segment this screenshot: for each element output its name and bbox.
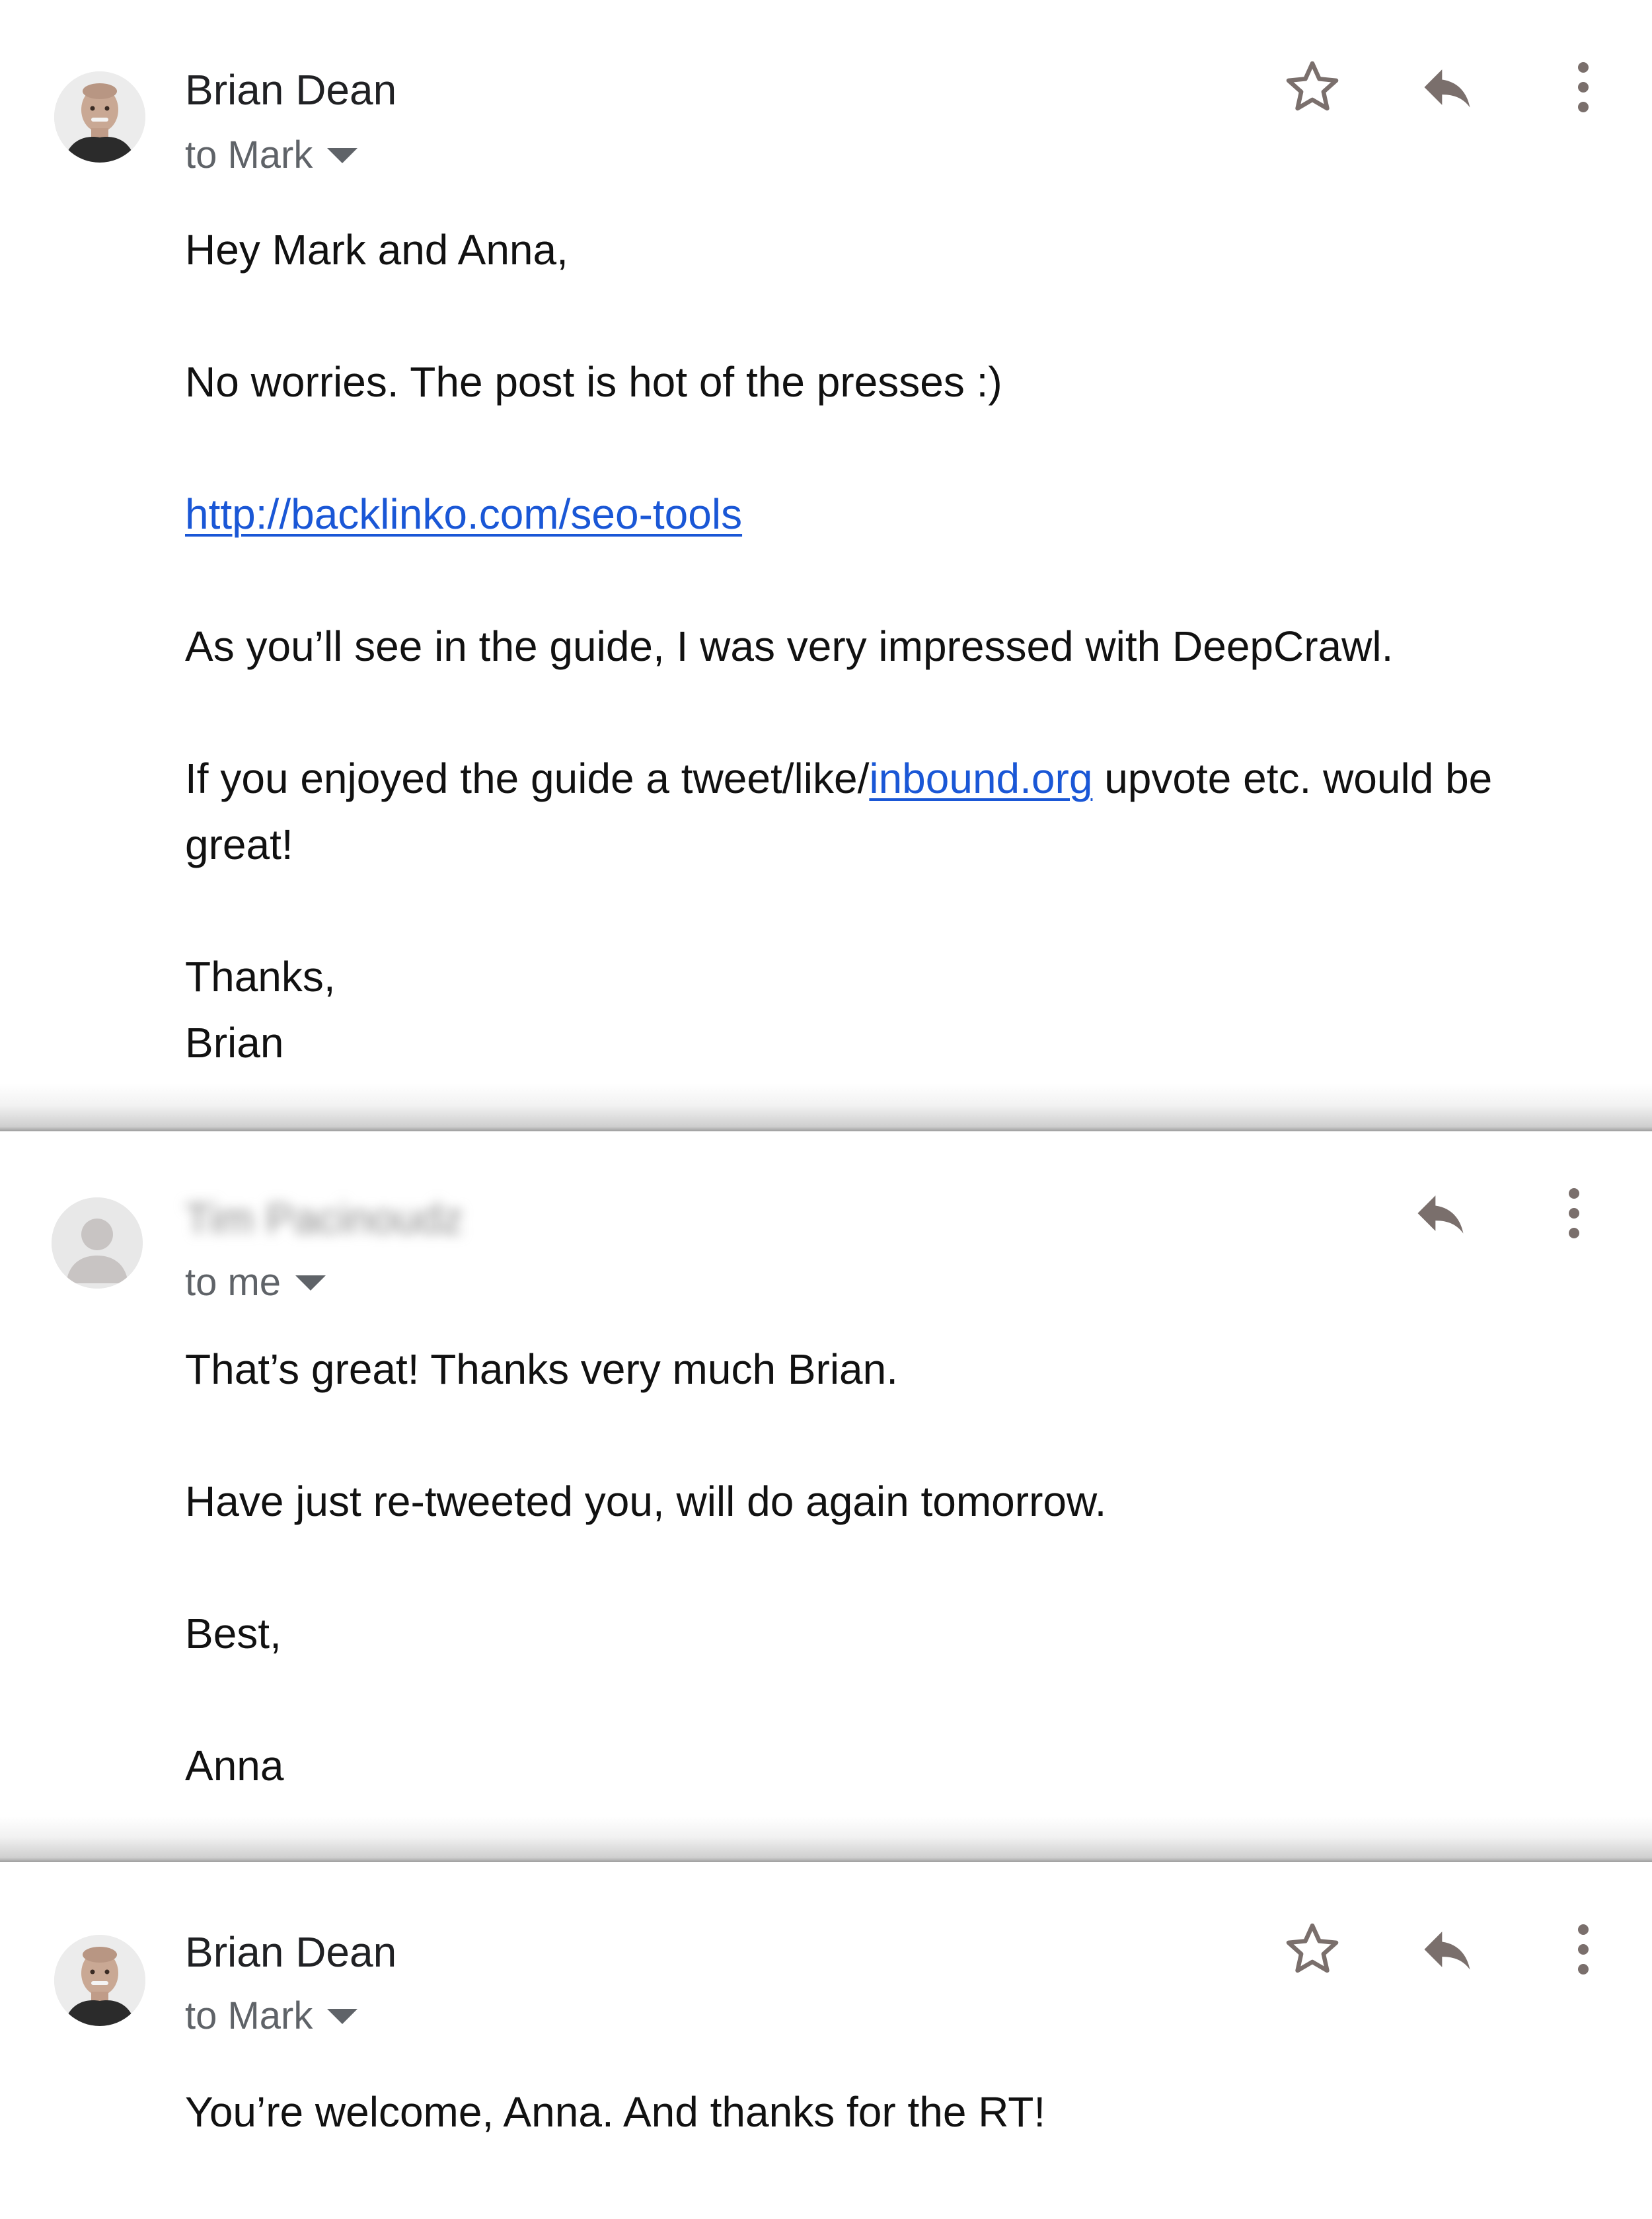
sender-name[interactable]: Brian Dean <box>185 69 396 111</box>
sender-name[interactable]: Brian Dean <box>185 1931 396 1973</box>
message-line-with-link: If you enjoyed the guide a tweet/like/in… <box>185 757 1492 800</box>
chevron-down-icon <box>327 147 358 163</box>
more-vert-icon <box>1578 62 1589 112</box>
chevron-down-icon <box>327 2008 358 2024</box>
message-text: If you enjoyed the guide a tweet/like/ <box>185 755 870 802</box>
reply-icon <box>1424 69 1470 108</box>
reply-icon <box>1424 1932 1470 1970</box>
sender-avatar[interactable] <box>54 1935 145 2026</box>
email-message-2: Tim Pacinoudz to me That’s great! Thanks… <box>0 1131 1652 1853</box>
message-line: great! <box>185 821 293 868</box>
message-signature: Brian <box>185 1019 284 1067</box>
recipient-label: to Mark <box>185 1994 313 2037</box>
reply-button[interactable] <box>1415 1918 1479 1981</box>
sender-name[interactable]: Tim Pacinoudz <box>185 1197 463 1240</box>
more-options-button[interactable] <box>1542 1182 1606 1245</box>
more-vert-icon <box>1569 1188 1579 1238</box>
message-divider <box>0 1816 1652 1862</box>
recipient-label: to me <box>185 1261 282 1304</box>
star-button[interactable] <box>1281 56 1344 119</box>
star-icon <box>1286 1923 1339 1973</box>
email-message-1: Brian Dean to Mark Hey Mark and Anna, No… <box>0 0 1652 1084</box>
inline-link[interactable]: inbound.org <box>869 755 1092 802</box>
more-options-button[interactable] <box>1552 1918 1615 1981</box>
message-signature: Anna <box>185 1742 284 1789</box>
message-link[interactable]: http://backlinko.com/seo-tools <box>185 490 742 538</box>
message-signoff: Best, <box>185 1610 282 1657</box>
recipient-label: to Mark <box>185 133 313 176</box>
default-avatar-icon <box>52 1197 143 1289</box>
message-signoff: Thanks, <box>185 953 336 1000</box>
more-options-button[interactable] <box>1552 56 1615 119</box>
message-line: That’s great! Thanks very much Brian. <box>185 1345 898 1393</box>
email-message-3: Brian Dean to Mark You’re welcome, Anna.… <box>0 1862 1652 2219</box>
star-icon <box>1286 61 1339 111</box>
message-greeting: Hey Mark and Anna, <box>185 226 568 274</box>
reply-button[interactable] <box>1415 56 1479 119</box>
chevron-down-icon <box>295 1275 326 1291</box>
message-line: As you’ll see in the guide, I was very i… <box>185 622 1394 670</box>
message-line: You’re welcome, Anna. And thanks for the… <box>185 2088 1046 2136</box>
star-button[interactable] <box>1281 1918 1344 1981</box>
more-vert-icon <box>1578 1924 1589 1975</box>
message-line: Have just re-tweeted you, will do again … <box>185 1478 1107 1525</box>
reply-icon <box>1417 1195 1464 1234</box>
message-line: No worries. The post is hot of the press… <box>185 358 1002 406</box>
sender-avatar[interactable] <box>54 71 145 163</box>
message-text: upvote etc. would be <box>1092 755 1493 802</box>
sender-avatar[interactable] <box>52 1197 143 1289</box>
reply-button[interactable] <box>1409 1182 1472 1245</box>
avatar-photo <box>54 1935 145 2026</box>
recipient-toggle[interactable]: to Mark <box>185 1994 358 2037</box>
recipient-toggle[interactable]: to me <box>185 1263 326 1302</box>
message-divider <box>0 1084 1652 1131</box>
recipient-toggle[interactable]: to Mark <box>185 133 358 176</box>
avatar-photo <box>54 71 145 163</box>
message-link-line: http://backlinko.com/seo-tools <box>185 493 742 535</box>
